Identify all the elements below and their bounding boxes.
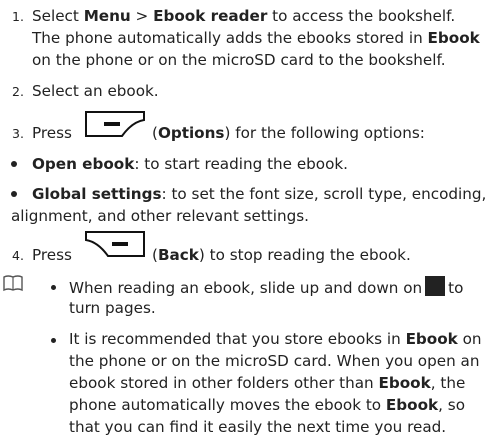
note2-line5: that you can find it easily the next tim… bbox=[69, 418, 447, 436]
note2-line1: It is recommended that you store ebooks … bbox=[69, 329, 482, 349]
ebook-folder-label: Ebook bbox=[385, 396, 439, 414]
bullet-global-settings-cont: alignment, and other relevant settings. bbox=[11, 207, 309, 225]
text: ) to stop reading the ebook. bbox=[198, 246, 411, 264]
step-number: 1. bbox=[12, 9, 24, 24]
open-ebook-label: Open ebook bbox=[32, 155, 135, 173]
note1-line2: turn pages. bbox=[69, 299, 156, 317]
back-label: Back bbox=[157, 246, 199, 264]
text: The phone automatically adds the ebooks … bbox=[32, 29, 428, 47]
step1-line3: on the phone or on the microSD card to t… bbox=[32, 51, 446, 69]
ebook-folder-label: Ebook bbox=[427, 29, 480, 47]
note2-line2: the phone or on the microSD card. When y… bbox=[69, 352, 480, 370]
text: , so bbox=[438, 396, 465, 414]
note-bullet bbox=[51, 338, 56, 343]
step3-press: Press bbox=[32, 124, 72, 142]
bullet-global-settings: Global settings: to set the font size, s… bbox=[32, 184, 485, 204]
text: phone automatically moves the ebook to bbox=[69, 396, 386, 414]
step4-press: Press bbox=[32, 246, 72, 264]
global-settings-label: Global settings bbox=[32, 185, 162, 203]
book-note-icon bbox=[3, 275, 23, 292]
step1-line2: The phone automatically adds the ebooks … bbox=[32, 28, 480, 48]
text: : to start reading the ebook. bbox=[134, 155, 349, 173]
left-softkey-icon bbox=[85, 111, 145, 137]
ebook-folder-label: Ebook bbox=[378, 374, 431, 392]
ebook-folder-label: Ebook bbox=[405, 330, 458, 348]
step-number: 2. bbox=[12, 84, 24, 99]
text: to access the bookshelf. bbox=[267, 7, 456, 25]
right-softkey-icon bbox=[85, 231, 145, 257]
note1-line1: When reading an ebook, slide up and down… bbox=[69, 276, 463, 298]
bullet-dot bbox=[11, 191, 17, 197]
text: When reading an ebook, slide up and down… bbox=[69, 279, 423, 297]
text: Select bbox=[32, 7, 84, 25]
text: It is recommended that you store ebooks … bbox=[69, 330, 406, 348]
note2-line4: phone automatically moves the ebook to E… bbox=[69, 395, 465, 415]
step3-options: (Options) for the following options: bbox=[152, 123, 425, 143]
step2-text: Select an ebook. bbox=[32, 82, 159, 100]
step4-back: (Back) to stop reading the ebook. bbox=[152, 245, 411, 265]
ebook-reader-label: Ebook reader bbox=[153, 7, 268, 25]
bullet-open-ebook: Open ebook: to start reading the ebook. bbox=[32, 154, 348, 174]
bullet-dot bbox=[11, 161, 17, 167]
step-number: 3. bbox=[12, 126, 24, 141]
touch-area-icon bbox=[425, 276, 446, 296]
text: : to set the font size, scroll type, enc… bbox=[161, 185, 485, 203]
step-number: 4. bbox=[12, 248, 24, 263]
text: to bbox=[448, 279, 464, 297]
text: > bbox=[130, 7, 154, 25]
text: on bbox=[457, 330, 482, 348]
note2-line3: ebook stored in other folders other than… bbox=[69, 373, 465, 393]
menu-label: Menu bbox=[83, 7, 131, 25]
text: ebook stored in other folders other than bbox=[69, 374, 379, 392]
step1-line1: Select Menu > Ebook reader to access the… bbox=[32, 6, 455, 26]
note-bullet bbox=[51, 285, 56, 290]
text: , the bbox=[430, 374, 466, 392]
text: ) for the following options: bbox=[224, 124, 425, 142]
options-label: Options bbox=[157, 124, 225, 142]
